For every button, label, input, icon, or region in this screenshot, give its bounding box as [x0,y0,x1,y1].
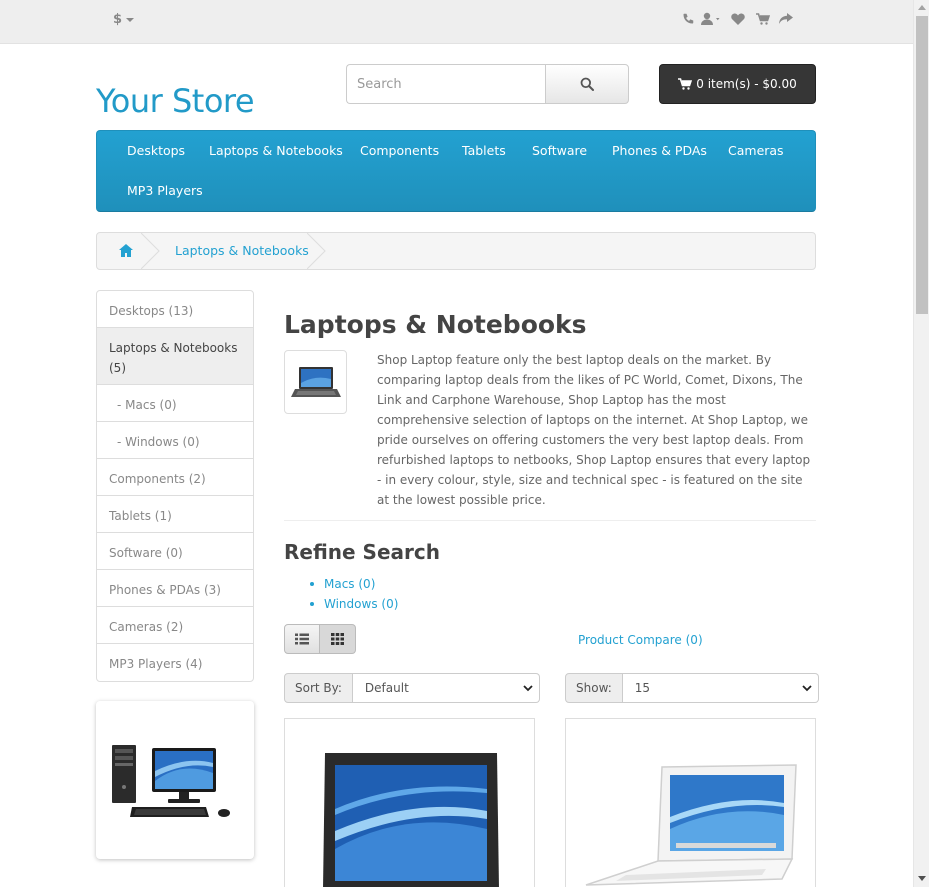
category-description: Shop Laptop feature only the best laptop… [377,353,811,507]
scroll-up-arrow-icon[interactable] [918,5,926,10]
breadcrumb: Laptops & Notebooks [96,232,816,270]
scroll-thumb[interactable] [916,16,928,314]
sort-select[interactable]: Default [352,673,540,703]
sort-label: Sort By: [284,673,353,703]
refine-link-macs[interactable]: Macs (0) [310,574,398,594]
view-toggle [284,624,356,654]
list-icon [295,633,309,645]
menu-item-cameras[interactable]: Cameras [728,131,784,171]
desktop-banner[interactable] [96,701,254,859]
category-item-components[interactable]: Components (2) [97,459,253,496]
menu-item-laptops[interactable]: Laptops & Notebooks [209,131,343,171]
menu-item-components[interactable]: Components [360,131,439,171]
menu-item-software[interactable]: Software [532,131,587,171]
chevron-down-icon [802,685,812,692]
category-item-macs[interactable]: - Macs (0) [97,385,253,422]
category-item-mp3-players[interactable]: MP3 Players (4) [97,644,253,681]
shopping-cart-icon[interactable] [750,10,776,28]
currency-symbol: $ [113,12,123,27]
product-image-macbook [585,764,797,886]
menu-item-phones[interactable]: Phones & PDAs [612,131,707,171]
page-title: Laptops & Notebooks [284,310,587,339]
breadcrumb-link-laptops[interactable]: Laptops & Notebooks [175,243,309,258]
cart-total: 0 item(s) - $0.00 [696,77,797,91]
search-button[interactable] [545,64,629,104]
product-card[interactable] [565,718,816,887]
cart-button[interactable]: 0 item(s) - $0.00 [659,64,816,104]
product-image-laptop [323,753,499,887]
product-card[interactable] [284,718,535,887]
top-links [678,10,796,28]
menu-item-desktops[interactable]: Desktops [127,131,185,171]
search-icon [580,77,594,91]
menu-item-mp3-players[interactable]: MP3 Players [127,171,203,211]
refine-search-title: Refine Search [284,540,440,564]
sort-control: Sort By: Default [284,673,540,703]
limit-value: 15 [634,681,651,695]
list-view-button[interactable] [284,624,320,654]
category-item-software[interactable]: Software (0) [97,533,253,570]
page-scrollbar[interactable] [913,0,929,887]
desktop-computer-image [112,745,230,817]
menu-item-tablets[interactable]: Tablets [462,131,506,171]
sort-value: Default [364,681,409,695]
top-bar: $ [0,0,913,44]
caret-down-icon [126,17,135,22]
category-item-laptops[interactable]: Laptops & Notebooks (5) [97,328,253,385]
refine-link-windows[interactable]: Windows (0) [310,594,398,614]
grid-view-button[interactable] [320,624,356,654]
category-item-windows[interactable]: - Windows (0) [97,422,253,459]
store-logo[interactable]: Your Store [96,82,255,120]
category-item-cameras[interactable]: Cameras (2) [97,607,253,644]
refine-search-list: Macs (0) Windows (0) [310,574,398,614]
search-input[interactable] [346,64,545,104]
category-item-tablets[interactable]: Tablets (1) [97,496,253,533]
heart-icon[interactable] [726,10,750,28]
divider [284,520,816,521]
breadcrumb-separator [141,233,160,269]
main-menu: Desktops Laptops & Notebooks Components … [96,130,816,212]
share-icon[interactable] [776,10,796,28]
account-dropdown-icon[interactable] [698,10,726,28]
category-list: Desktops (13) Laptops & Notebooks (5) - … [96,290,254,682]
chevron-down-icon [523,685,533,692]
shopping-cart-icon [678,78,693,90]
breadcrumb-separator [307,233,326,269]
category-item-desktops[interactable]: Desktops (13) [97,291,253,328]
limit-select[interactable]: 15 [622,673,819,703]
show-label: Show: [565,673,623,703]
category-item-phones[interactable]: Phones & PDAs (3) [97,570,253,607]
scroll-down-arrow-icon[interactable] [918,876,926,881]
phone-icon[interactable] [678,10,698,28]
search-bar [346,64,629,104]
product-compare-link[interactable]: Product Compare (0) [578,633,703,647]
home-icon[interactable] [119,244,133,260]
laptop-thumbnail [291,367,341,397]
category-image[interactable] [284,350,347,414]
limit-control: Show: 15 [565,673,819,703]
grid-icon [331,633,344,645]
currency-dropdown[interactable]: $ [113,12,135,27]
